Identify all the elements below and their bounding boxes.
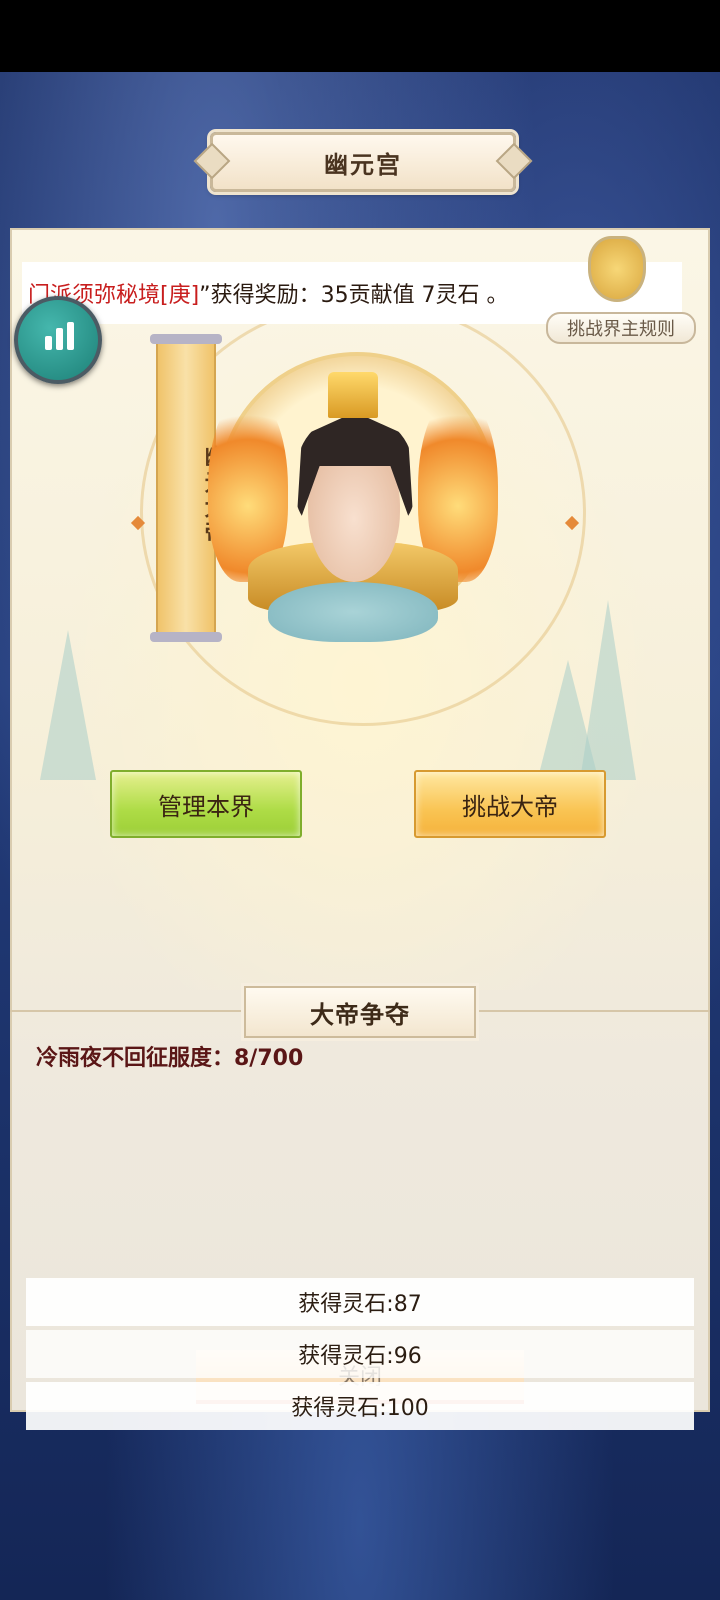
page-title: 幽元宫 [324, 150, 402, 179]
reward-toast: 获得灵石:100 [26, 1382, 694, 1430]
rules-label[interactable]: 挑战界主规则 [546, 312, 696, 344]
bar-chart-icon [45, 336, 52, 350]
emperor-portrait[interactable] [208, 332, 498, 662]
mountain-left [40, 630, 96, 780]
manage-realm-button[interactable]: 管理本界 [110, 770, 302, 838]
reward-toast: 获得灵石:87 [26, 1278, 694, 1326]
bar-chart-icon-bar-3 [67, 322, 74, 350]
mountain-right-small [540, 660, 596, 770]
cloud-base [268, 582, 438, 642]
emperor-title-scroll: 幽元大帝 [150, 334, 226, 642]
stats-floating-button[interactable] [14, 296, 102, 384]
rules-button[interactable] [584, 236, 646, 316]
crown-icon [328, 372, 378, 418]
bar-chart-icon-bar-2 [56, 328, 63, 350]
ticker-message: ”获得奖励：35贡献值 7灵石 。 [199, 283, 509, 308]
reward-toast: 获得灵石:96 [26, 1330, 694, 1378]
medal-icon [588, 236, 646, 302]
page-title-plaque: 幽元宫 [193, 132, 533, 192]
challenge-emperor-button[interactable]: 挑战大帝 [414, 770, 606, 838]
status-bar [0, 0, 720, 72]
conquest-progress: 冷雨夜不回征服度：8/700 [36, 1046, 304, 1071]
contest-section-title: 大帝争夺 [244, 986, 476, 1038]
